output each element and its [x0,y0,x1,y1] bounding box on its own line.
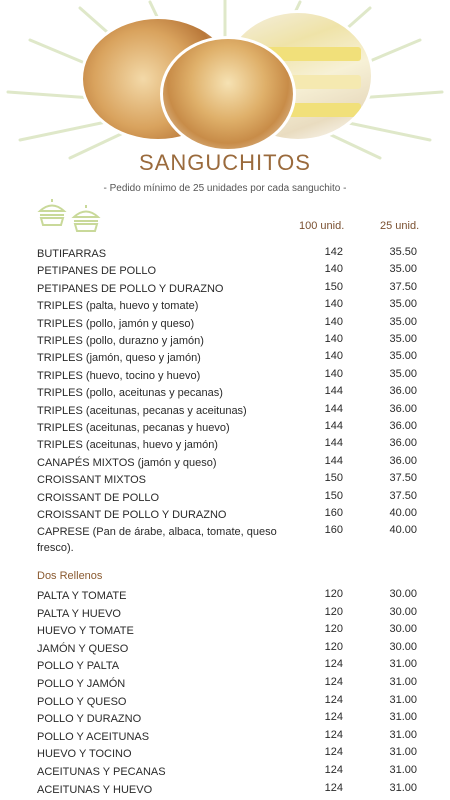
price-100: 120 [324,605,343,618]
price-100: 124 [324,728,343,741]
price-25: 36.00 [389,454,417,467]
price-100: 140 [324,333,343,345]
item-name: TRIPLES (aceitunas, pecanas y huevo) [37,422,230,434]
price-100: 124 [324,693,343,706]
price-25: 37.50 [389,280,417,293]
item-name: CANAPÉS MIXTOS (jamón y queso) [37,456,217,469]
price-25: 36.00 [389,385,417,398]
price-100: 140 [324,315,343,328]
price-100: 124 [324,764,343,776]
item-name: BUTIFARRAS [37,248,107,260]
price-25: 35.00 [389,298,417,311]
price-100: 142 [324,246,343,258]
price-100: 160 [324,507,343,519]
price-100: 140 [324,263,343,276]
item-name: TRIPLES (pollo, durazno y jamón) [37,335,204,347]
item-name: CROISSANT MIXTOS [37,474,147,487]
price-100: 120 [324,588,343,600]
bun-photo [160,36,296,152]
sandwich-icon-2 [71,205,101,232]
item-name: PETIPANES DE POLLO Y DURAZNO [37,282,224,295]
price-25: 35.00 [389,350,417,363]
item-name: TRIPLES (jamón, queso y jamón) [37,352,201,365]
price-25: 31.00 [389,693,417,706]
price-100: 120 [324,640,343,653]
item-name: POLLO Y ACEITUNAS [37,730,150,743]
item-name: TRIPLES (palta, huevo y tomate) [37,300,199,313]
page-title: SANGUCHITOS [139,150,311,175]
item-name: POLLO Y DURAZNO [37,713,142,726]
price-100: 144 [324,420,343,432]
item-name: PALTA Y HUEVO [37,607,121,620]
item-name: POLLO Y PALTA [37,660,120,673]
price-25: 31.00 [389,746,417,759]
price-25: 36.00 [389,437,417,450]
price-100: 144 [324,402,343,415]
section-title-dos-rellenos: Dos Rellenos [37,570,103,582]
price-100: 150 [324,472,343,485]
price-25: 31.00 [389,781,417,794]
price-25: 30.00 [389,605,417,618]
price-100: 124 [324,676,343,688]
item-name: TRIPLES (aceitunas, pecanas y aceitunas) [37,404,247,417]
price-25: 31.00 [389,764,417,776]
item-name: ACEITUNAS Y HUEVO [37,783,153,796]
price-100: 124 [324,711,343,724]
price-100: 144 [324,454,343,467]
price-25: 36.00 [389,402,417,415]
sandwich-icon [37,199,67,226]
item-name: ACEITUNAS Y PECANAS [37,766,166,778]
price-100: 140 [324,350,343,363]
item-name: CAPRESE (Pan de árabe, albaca, tomate, q… [37,526,277,555]
item-name: TRIPLES (pollo, jamón y queso) [37,317,195,330]
price-100: 144 [324,437,343,450]
column-header-25: 25 unid. [380,220,420,232]
price-25: 35.00 [389,333,417,345]
price-100: 140 [324,367,343,380]
page-subtitle: - Pedido mínimo de 25 unidades por cada … [103,183,347,194]
price-100: 150 [324,489,343,502]
item-name: POLLO Y QUESO [37,695,127,708]
item-name: POLLO Y JAMÓN [37,678,126,690]
price-25: 31.00 [389,711,417,724]
price-25: 37.50 [389,489,417,502]
item-name: JAMÓN Y QUESO [37,642,129,655]
price-100: 140 [324,298,343,311]
price-25: 35.50 [389,246,417,258]
item-name: HUEVO Y TOCINO [37,748,132,761]
item-name: HUEVO Y TOMATE [37,625,134,638]
item-name: TRIPLES (pollo, aceitunas y pecanas) [37,387,223,400]
item-name: TRIPLES (huevo, tocino y huevo) [37,369,201,382]
price-25: 35.00 [389,263,417,276]
column-header-100: 100 unid. [299,220,345,232]
price-25: 37.50 [389,472,417,485]
item-name: CROISSANT DE POLLO [37,491,160,504]
price-25: 36.00 [389,420,417,432]
price-25: 40.00 [389,524,417,537]
item-name: PALTA Y TOMATE [37,590,127,602]
price-100: 150 [324,280,343,293]
item-name: TRIPLES (aceitunas, huevo y jamón) [37,439,218,452]
price-100: 120 [324,623,343,636]
price-25: 31.00 [389,658,417,671]
price-25: 31.00 [389,728,417,741]
price-100: 160 [324,524,343,537]
price-25: 30.00 [389,623,417,636]
price-25: 35.00 [389,315,417,328]
price-25: 35.00 [389,367,417,380]
item-name: CROISSANT DE POLLO Y DURAZNO [37,509,227,521]
item-name: PETIPANES DE POLLO [37,265,157,278]
price-100: 124 [324,746,343,759]
price-25: 30.00 [389,588,417,600]
price-100: 124 [324,781,343,794]
price-25: 31.00 [389,676,417,688]
price-100: 124 [324,658,343,671]
price-25: 40.00 [389,507,417,519]
price-100: 144 [324,385,343,398]
price-25: 30.00 [389,640,417,653]
